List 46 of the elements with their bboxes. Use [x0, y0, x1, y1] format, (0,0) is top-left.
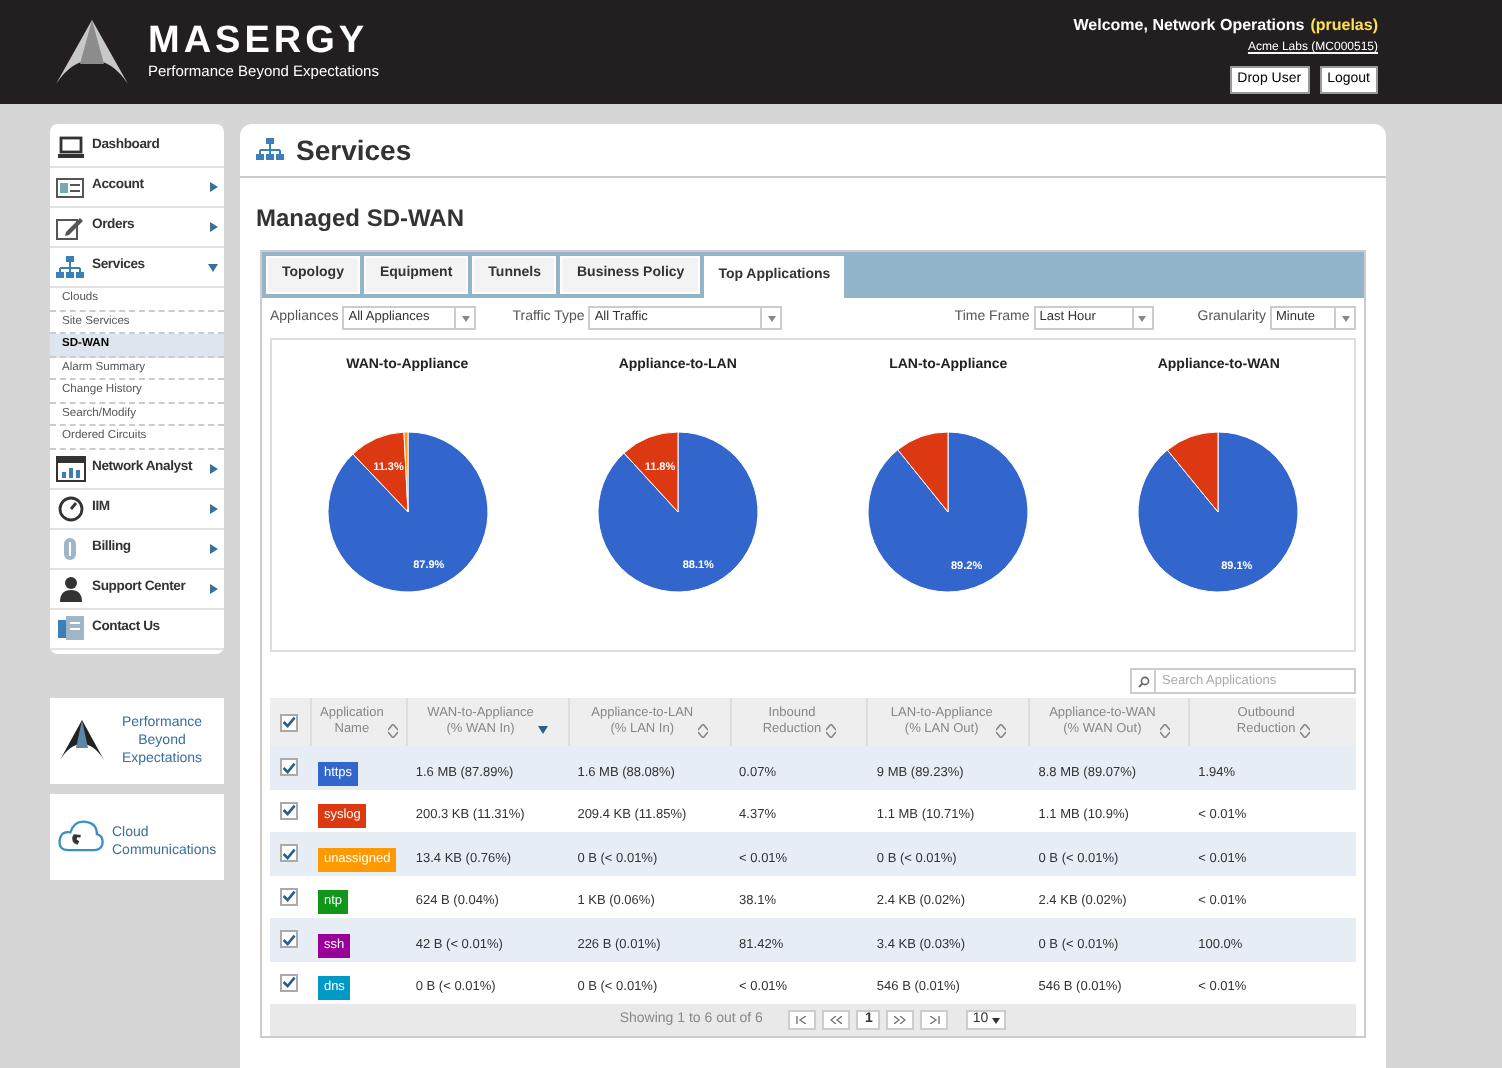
- checkbox[interactable]: [280, 713, 299, 731]
- checkbox[interactable]: [280, 801, 299, 820]
- address-book-icon: [57, 616, 83, 640]
- check-icon: [282, 933, 297, 946]
- gauge-icon: [57, 495, 83, 521]
- first-page-icon: [796, 1016, 809, 1024]
- hierarchy-icon: [256, 138, 284, 162]
- checkbox[interactable]: [280, 844, 299, 863]
- cloud-phone-icon: [58, 816, 104, 856]
- id-card-icon: [56, 177, 84, 197]
- caret-down-icon: [461, 315, 470, 321]
- checkbox[interactable]: [280, 930, 299, 949]
- pencil-icon: [56, 215, 84, 239]
- first-page-button[interactable]: [788, 1010, 817, 1030]
- brand-name: MASERGY: [148, 22, 371, 62]
- hierarchy-icon: [56, 255, 84, 279]
- last-page-icon: [928, 1016, 941, 1024]
- last-page-button[interactable]: [920, 1010, 949, 1030]
- check-icon: [282, 804, 297, 817]
- checkbox[interactable]: [280, 973, 299, 992]
- search-icon: [1137, 675, 1149, 687]
- check-icon: [282, 847, 297, 860]
- previous-page-button[interactable]: [822, 1010, 851, 1030]
- caret-down-icon: [1138, 315, 1147, 321]
- laptop-icon: [57, 136, 83, 158]
- person-icon: [57, 575, 83, 601]
- page-title: Services: [296, 131, 412, 169]
- check-icon: [282, 716, 297, 728]
- mountain-logo-icon: [58, 718, 106, 762]
- checkbox[interactable]: [280, 887, 299, 906]
- next-page-button[interactable]: [886, 1010, 915, 1030]
- check-icon: [282, 761, 297, 774]
- caret-down-icon: [1341, 315, 1349, 321]
- next-page-icon: [894, 1016, 907, 1024]
- section-heading: Managed SD-WAN: [254, 202, 467, 236]
- username: (pruelas): [1310, 13, 1378, 38]
- caret-down-icon: [992, 1017, 1001, 1023]
- coin-icon: [62, 535, 78, 561]
- mountain-logo-icon: [52, 16, 132, 88]
- check-icon: [282, 976, 297, 989]
- checkbox[interactable]: [280, 758, 299, 777]
- welcome-text: Welcome, Network Operations: [1073, 13, 1305, 38]
- check-icon: [282, 890, 297, 903]
- previous-page-icon: [830, 1016, 843, 1024]
- caret-down-icon: [767, 315, 776, 321]
- chart-window-icon: [55, 455, 85, 481]
